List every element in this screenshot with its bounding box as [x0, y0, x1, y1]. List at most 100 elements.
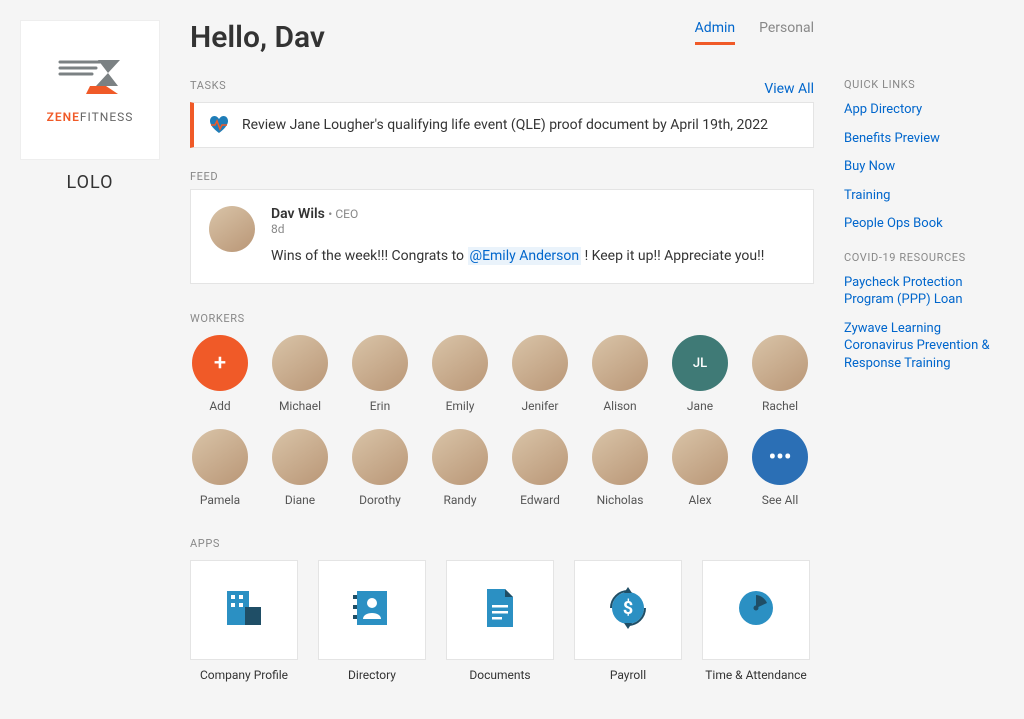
worker-name-label: Edward [510, 493, 570, 507]
feed-body: Wins of the week!!! Congrats to @Emily A… [271, 246, 795, 267]
avatar [752, 335, 808, 391]
worker-item[interactable]: Jenifer [510, 335, 570, 413]
worker-item[interactable]: JL Jane [670, 335, 730, 413]
worker-item[interactable]: Randy [430, 429, 490, 507]
worker-name-label: Alison [590, 399, 650, 413]
avatar [352, 429, 408, 485]
quicklinks-list: App Directory Benefits Preview Buy Now Trai… [844, 101, 1004, 233]
app-tile[interactable]: Time & Attendance [702, 560, 810, 684]
worker-item[interactable]: Diane [270, 429, 330, 507]
app-tile[interactable]: $ Payroll [574, 560, 682, 684]
avatar [192, 429, 248, 485]
document-icon [475, 583, 525, 637]
worker-name-label: Emily [430, 399, 490, 413]
avatar [352, 335, 408, 391]
view-tabs: Admin Personal [695, 20, 814, 45]
apps-label: APPS [190, 537, 814, 550]
worker-name-label: Erin [350, 399, 410, 413]
worker-item[interactable]: Edward [510, 429, 570, 507]
worker-name-label: Nicholas [590, 493, 650, 507]
user-mention[interactable]: @Emily Anderson [468, 247, 582, 265]
covid-link-item[interactable]: Zywave Learning Coronavirus Prevention &… [844, 320, 1004, 373]
worker-name-label: Dorothy [350, 493, 410, 507]
feed-time: 8d [271, 222, 795, 236]
avatar [592, 429, 648, 485]
avatar-initials: JL [672, 335, 728, 391]
avatar [592, 335, 648, 391]
feed-author-avatar[interactable] [209, 206, 255, 252]
tasks-section: TASKS View All Review Jane Lougher's qua… [190, 79, 814, 148]
feed-label: FEED [190, 170, 814, 183]
clock-icon [731, 583, 781, 637]
workers-section: WORKERS + Add Michael Erin Emily Jenifer Aliso… [190, 312, 814, 507]
feed-author-role: CEO [335, 207, 358, 221]
worker-label: See All [750, 493, 810, 507]
tab-admin[interactable]: Admin [695, 20, 735, 45]
app-label: Company Profile [190, 668, 298, 684]
worker-name-label: Jane [670, 399, 730, 413]
avatar [272, 335, 328, 391]
contact-icon [347, 583, 397, 637]
worker-item[interactable]: Emily [430, 335, 490, 413]
feed-post: Dav Wils • CEO 8d Wins of the week!!! Co… [190, 189, 814, 284]
feed-author-name[interactable]: Dav Wils [271, 206, 325, 222]
apps-section: APPS Company Profile Directory Documents $ P… [190, 537, 814, 684]
task-item[interactable]: Review Jane Lougher's qualifying life ev… [190, 102, 814, 148]
quicklink-item[interactable]: Training [844, 187, 890, 205]
add-worker-button[interactable]: + Add [190, 335, 250, 413]
building-icon [219, 583, 269, 637]
covid-list: Paycheck Protection Program (PPP) Loan Zy… [844, 274, 1004, 373]
avatar [672, 429, 728, 485]
worker-item[interactable]: Alison [590, 335, 650, 413]
plus-icon: + [192, 335, 248, 391]
app-label: Directory [318, 668, 426, 684]
see-all-workers-button[interactable]: ••• See All [750, 429, 810, 507]
tasks-view-all-link[interactable]: View All [764, 81, 814, 97]
avatar [432, 335, 488, 391]
worker-name-label: Alex [670, 493, 730, 507]
app-label: Time & Attendance [702, 668, 810, 684]
brand-wordmark: ZENEFITNESS [47, 110, 134, 124]
feed-section: FEED Dav Wils • CEO 8d Wins of the week!… [190, 170, 814, 284]
app-label: Documents [446, 668, 554, 684]
quicklink-item[interactable]: Buy Now [844, 158, 895, 176]
org-name: LOLO [20, 172, 160, 193]
page-title: Hello, Dav [190, 20, 325, 55]
heartbeat-icon [208, 115, 230, 135]
worker-name-label: Jenifer [510, 399, 570, 413]
quicklink-item[interactable]: Benefits Preview [844, 130, 940, 148]
svg-text:$: $ [623, 598, 633, 619]
payroll-icon: $ [603, 583, 653, 637]
worker-name-label: Pamela [190, 493, 250, 507]
workers-label: WORKERS [190, 312, 814, 325]
worker-name-label: Michael [270, 399, 330, 413]
avatar [512, 429, 568, 485]
tasks-label: TASKS [190, 79, 226, 92]
worker-item[interactable]: Nicholas [590, 429, 650, 507]
quicklink-item[interactable]: People Ops Book [844, 215, 943, 233]
covid-label: COVID-19 RESOURCES [844, 251, 1004, 264]
task-text: Review Jane Lougher's qualifying life ev… [242, 117, 768, 133]
ellipsis-icon: ••• [752, 429, 808, 485]
quicklinks-label: QUICK LINKS [844, 78, 1004, 91]
app-label: Payroll [574, 668, 682, 684]
app-tile[interactable]: Company Profile [190, 560, 298, 684]
worker-label: Add [190, 399, 250, 413]
worker-name-label: Rachel [750, 399, 810, 413]
worker-item[interactable]: Erin [350, 335, 410, 413]
avatar [432, 429, 488, 485]
avatar [512, 335, 568, 391]
app-tile[interactable]: Documents [446, 560, 554, 684]
app-tile[interactable]: Directory [318, 560, 426, 684]
worker-item[interactable]: Dorothy [350, 429, 410, 507]
worker-item[interactable]: Alex [670, 429, 730, 507]
worker-name-label: Randy [430, 493, 490, 507]
worker-item[interactable]: Pamela [190, 429, 250, 507]
covid-link-item[interactable]: Paycheck Protection Program (PPP) Loan [844, 274, 1004, 309]
quicklink-item[interactable]: App Directory [844, 101, 922, 119]
tab-personal[interactable]: Personal [759, 20, 814, 45]
company-logo[interactable]: ZENEFITNESS [20, 20, 160, 160]
worker-item[interactable]: Rachel [750, 335, 810, 413]
worker-item[interactable]: Michael [270, 335, 330, 413]
logo-mark [50, 56, 130, 100]
